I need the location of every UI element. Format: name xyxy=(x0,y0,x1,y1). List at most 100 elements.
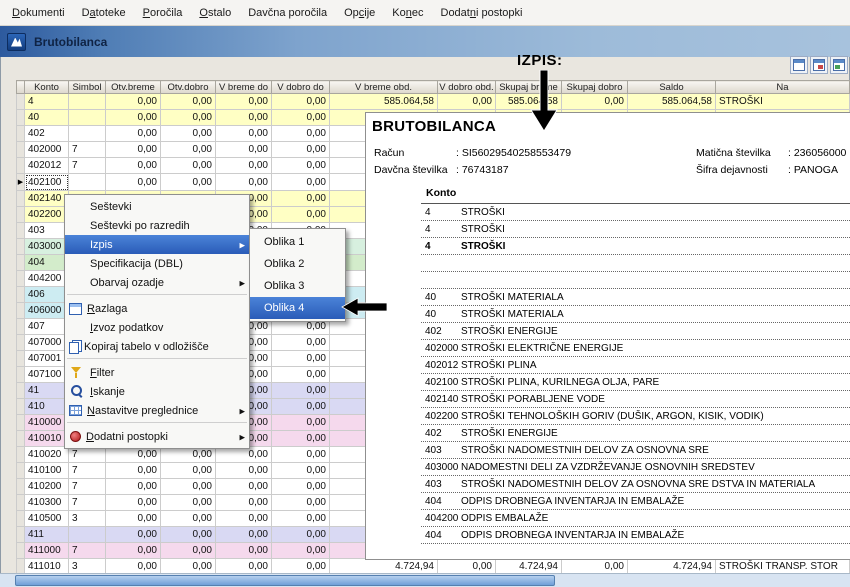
context-menu-item[interactable]: Izvoz podatkov xyxy=(65,318,249,337)
report-line: 404 ODPIS DROBNEGA INVENTARJA IN EMBALAŽE xyxy=(421,527,850,544)
report-line-konto: 4 xyxy=(425,240,431,252)
menubar-item[interactable]: Datoteke xyxy=(74,3,134,23)
cell-otv-breme: 0,00 xyxy=(105,494,161,511)
context-menu-item[interactable] xyxy=(67,294,247,297)
cell-konto: 410020 xyxy=(24,446,69,463)
scrollbar-thumb[interactable] xyxy=(15,575,555,586)
context-menu-item[interactable] xyxy=(67,358,247,361)
menu-item-icon xyxy=(69,320,85,335)
submenu-item[interactable]: Oblika 4 xyxy=(250,297,345,319)
context-menu-item[interactable]: Specifikacija (DBL) xyxy=(65,254,249,273)
submenu-item[interactable]: Oblika 1 xyxy=(250,231,345,253)
row-indicator xyxy=(16,206,25,223)
report-line-konto: 403 xyxy=(425,444,442,456)
row-indicator xyxy=(16,350,25,367)
report-line-konto: 402012 xyxy=(425,359,459,371)
cell-otv-dobro: 0,00 xyxy=(160,542,216,559)
column-header[interactable]: Konto xyxy=(24,80,69,94)
column-header[interactable]: Skupaj dobro xyxy=(561,80,628,94)
report-line-naziv: STROŠKI ENERGIJE xyxy=(461,325,558,337)
cell-konto: 402140 xyxy=(24,190,69,207)
extra-icon xyxy=(70,431,81,442)
context-menu-item[interactable]: Kopiraj tabelo v odložišče xyxy=(65,337,249,356)
submenu-item[interactable]: Oblika 2 xyxy=(250,253,345,275)
column-header[interactable]: Otv.breme xyxy=(105,80,161,94)
cell-simbol xyxy=(68,526,106,543)
row-indicator xyxy=(16,93,25,110)
context-menu-item[interactable]: Dodatni postopki xyxy=(65,427,249,446)
report-line xyxy=(421,272,850,289)
report-line-konto: 40 xyxy=(425,291,437,303)
column-header[interactable]: V dobro obd. xyxy=(437,80,496,94)
menubar-item[interactable]: Dodatni postopki xyxy=(433,3,531,23)
row-indicator xyxy=(16,109,25,126)
menubar-item[interactable]: Davčna poročila xyxy=(240,3,335,23)
context-menu-item[interactable]: Nastavitve preglednice xyxy=(65,401,249,420)
table-window-icon[interactable] xyxy=(790,56,808,74)
cell-simbol: 7 xyxy=(68,462,106,479)
cell-otv-dobro: 0,00 xyxy=(160,157,216,174)
context-menu-item[interactable]: Obarvaj ozadje xyxy=(65,273,249,292)
cell-simbol: 7 xyxy=(68,141,106,158)
cell-simbol: 3 xyxy=(68,510,106,527)
report-line-naziv: NADOMESTNI DELI ZA VZDRŽEVANJE OSNOVNIH … xyxy=(461,461,755,473)
cell-simbol xyxy=(68,125,106,142)
cell-otv-breme: 0,00 xyxy=(105,125,161,142)
cell-v-breme-do: 0,00 xyxy=(215,109,272,126)
menu-item-label: Dodatni postopki xyxy=(86,430,168,443)
cell-v-dobro-do: 0,00 xyxy=(271,109,330,126)
menubar-item[interactable]: Poročila xyxy=(135,3,191,23)
context-menu: Seštevki Seštevki po razredih Izpis Spec… xyxy=(64,194,250,449)
table-row[interactable]: 4 0,00 0,00 0,00 0,00 585.064,58 0,00 58… xyxy=(16,93,850,110)
menu-item-label: Nastavitve preglednice xyxy=(87,404,199,417)
context-menu-item[interactable]: Razlaga xyxy=(65,299,249,318)
cell-konto: 402000 xyxy=(24,141,69,158)
menubar-item[interactable]: Ostalo xyxy=(191,3,239,23)
menubar-item[interactable]: Dokumenti xyxy=(4,3,73,23)
report-window-icon[interactable] xyxy=(810,56,828,74)
field-value: : 236056000 xyxy=(788,147,847,159)
column-header[interactable]: Otv.dobro xyxy=(160,80,216,94)
menubar-item[interactable]: Opcije xyxy=(336,3,383,23)
grid-header-row: Konto Simbol Otv.breme Otv.dobro V breme do V… xyxy=(16,80,850,94)
cell-v-breme-do: 0,00 xyxy=(215,141,272,158)
column-header[interactable]: V dobro do xyxy=(271,80,330,94)
column-header[interactable]: V breme do xyxy=(215,80,272,94)
cell-konto: 41 xyxy=(24,382,69,399)
row-indicator xyxy=(16,510,25,527)
report-line: 404200 ODPIS EMBALAŽE xyxy=(421,510,850,527)
context-menu-item[interactable]: Filter xyxy=(65,363,249,382)
column-header[interactable]: Na xyxy=(715,80,850,94)
cell-v-dobro-do: 0,00 xyxy=(271,478,330,495)
report-header-fields: Račun: SI56029540258553479 Davčna števil… xyxy=(366,147,850,183)
report-line-naziv: STROŠKI PORABLJENE VODE xyxy=(461,393,605,405)
context-menu-item[interactable]: Seštevki xyxy=(65,197,249,216)
report-line-naziv: STROŠKI NADOMESTNIH DELOV ZA OSNOVNA SRE… xyxy=(461,478,816,490)
cell-v-dobro-do: 0,00 xyxy=(271,350,330,367)
report-line-konto: 402200 xyxy=(425,410,459,422)
oblika4-pointer-arrow-icon xyxy=(341,297,388,317)
report-field: Račun: SI56029540258553479 xyxy=(374,147,571,164)
report-line-naziv: STROŠKI MATERIALA xyxy=(461,308,564,320)
izpis-down-arrow-icon xyxy=(530,70,558,132)
column-header[interactable]: Simbol xyxy=(68,80,106,94)
context-menu-item[interactable]: Izpis xyxy=(65,235,249,254)
cell-konto: 406000 xyxy=(24,302,69,319)
context-menu-item[interactable] xyxy=(67,422,247,425)
cell-v-breme-do: 0,00 xyxy=(215,510,272,527)
screen-window-icon[interactable] xyxy=(830,56,848,74)
column-header[interactable]: Saldo xyxy=(627,80,716,94)
submenu-item[interactable]: Oblika 3 xyxy=(250,275,345,297)
column-header[interactable]: V breme obd. xyxy=(329,80,438,94)
menubar-item[interactable]: Konec xyxy=(384,3,431,23)
filter-icon xyxy=(69,365,85,380)
row-indicator xyxy=(16,318,25,335)
row-indicator xyxy=(16,157,25,174)
cell-v-dobro-do: 0,00 xyxy=(271,382,330,399)
context-menu-item[interactable]: Iskanje xyxy=(65,382,249,401)
cell-naziv: STROŠKI xyxy=(715,93,850,110)
context-menu-item[interactable]: Seštevki po razredih xyxy=(65,216,249,235)
menu-item-label: Obarvaj ozadje xyxy=(90,276,164,289)
column-header[interactable] xyxy=(16,80,25,94)
horizontal-scrollbar[interactable] xyxy=(0,573,850,587)
